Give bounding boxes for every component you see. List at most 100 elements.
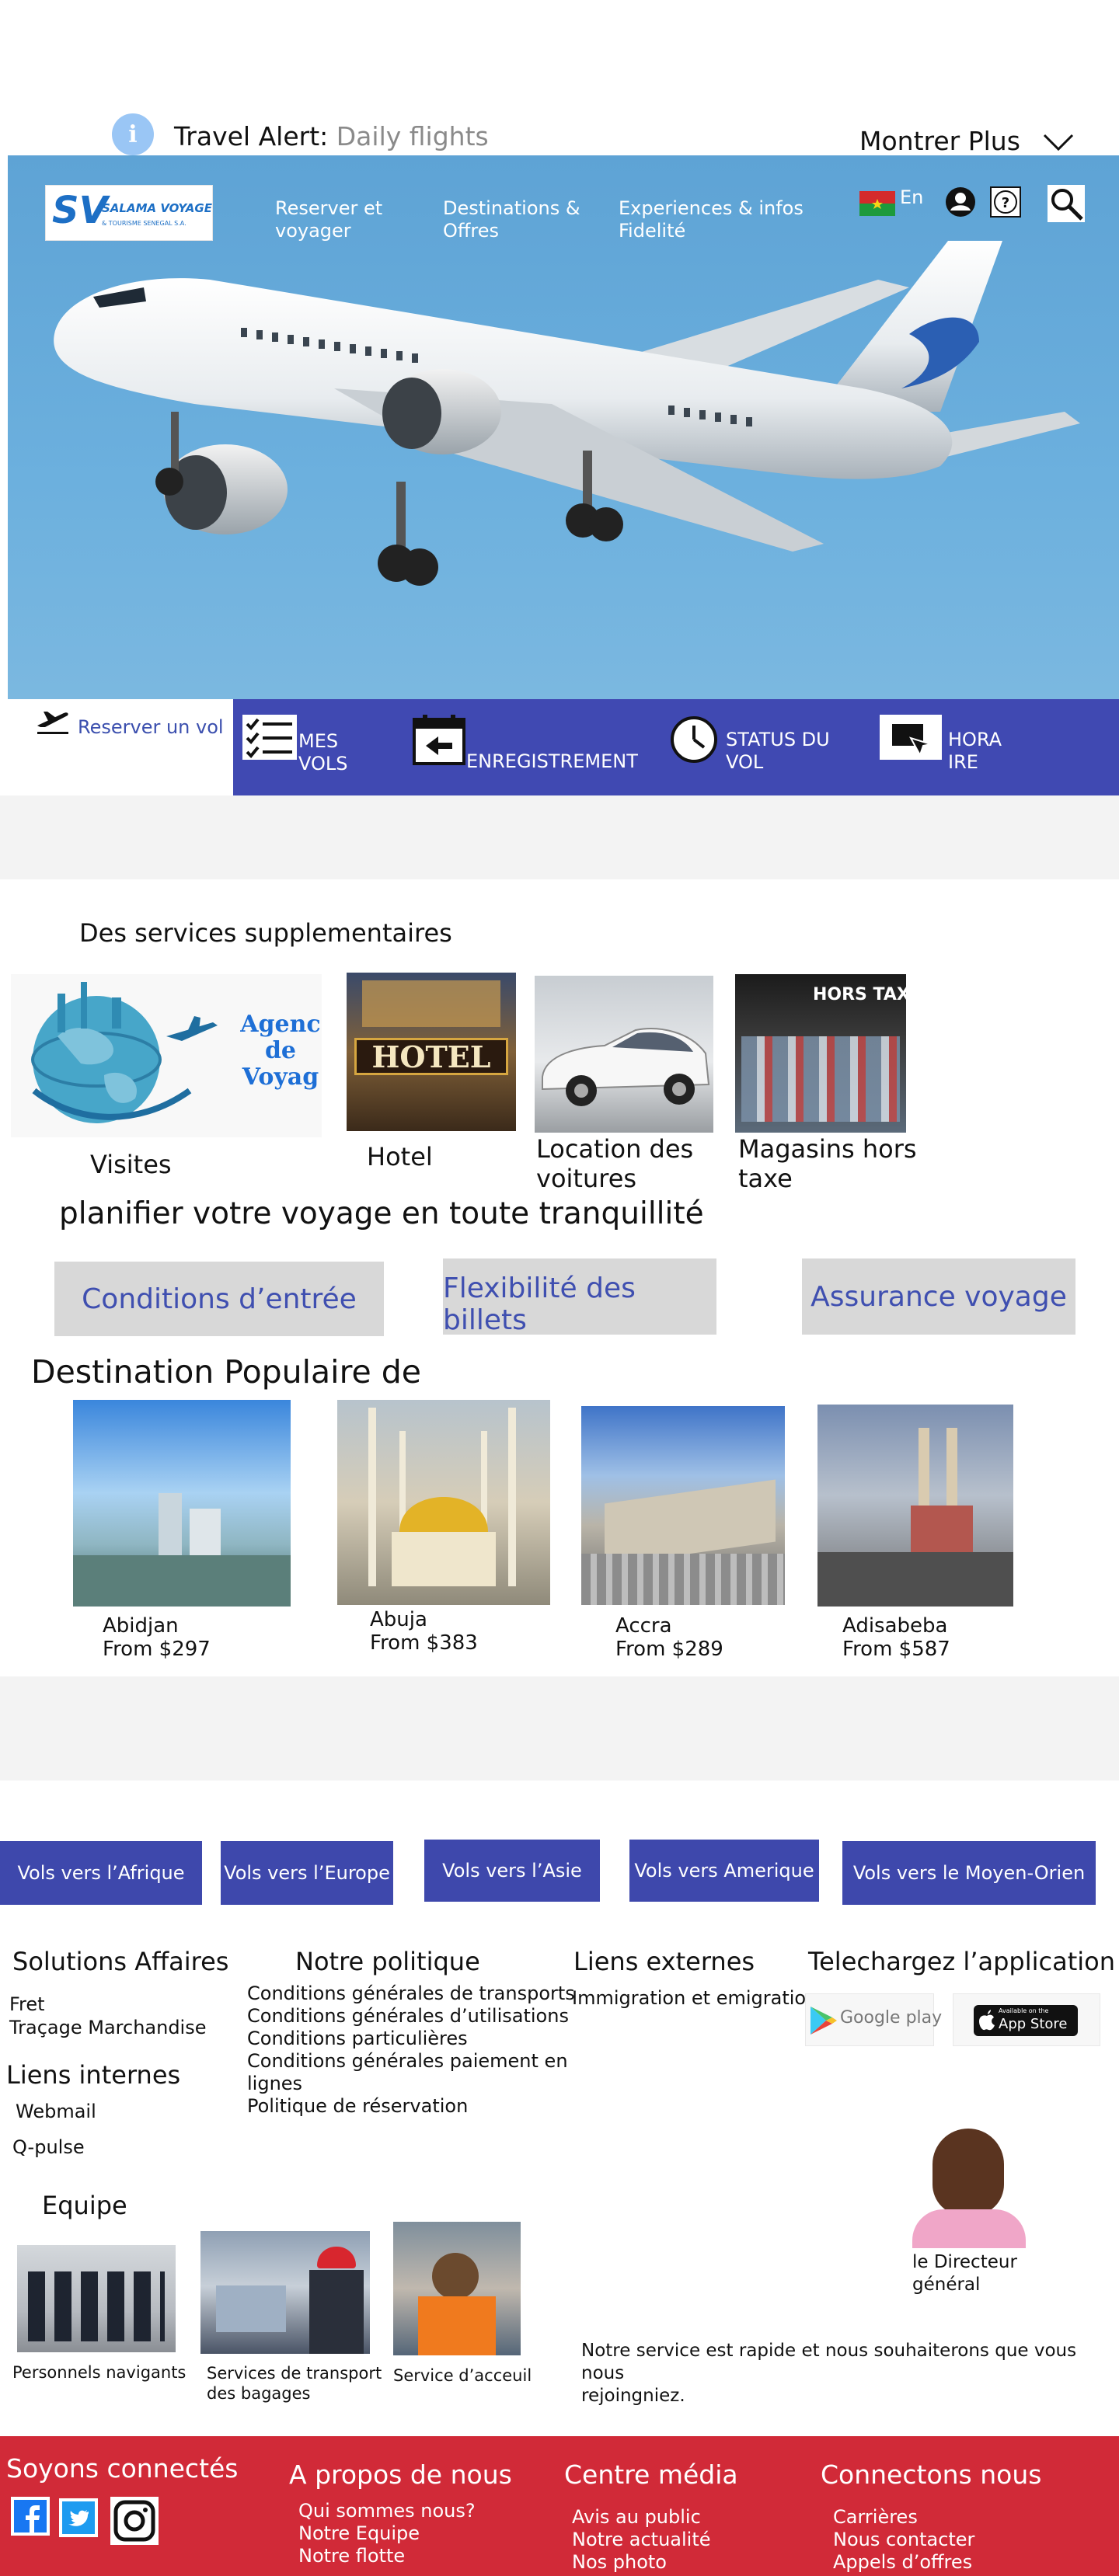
route-asia-button[interactable]: Vols vers l’Asie: [424, 1840, 600, 1902]
language-selector[interactable]: En: [900, 186, 923, 208]
link-transport-conditions[interactable]: Conditions générales de transports: [247, 1982, 575, 2005]
help-icon[interactable]: ?: [990, 186, 1021, 218]
agency-sign-line3: Voyag: [242, 1063, 319, 1091]
plan-title: planifier votre voyage en toute tranquil…: [59, 1196, 704, 1231]
media-title: Centre média: [564, 2459, 738, 2490]
crew-image[interactable]: [17, 2245, 176, 2352]
director-face: [932, 2129, 1004, 2216]
link-webmail[interactable]: Webmail: [16, 2101, 96, 2123]
destination-image-adisabeba[interactable]: [817, 1405, 1013, 1607]
nav-book-travel-line2: voyager: [275, 220, 351, 242]
facebook-icon[interactable]: [11, 2497, 50, 2536]
route-middle-east-button[interactable]: Vols vers le Moyen-Orien: [842, 1841, 1096, 1905]
link-special-conditions[interactable]: Conditions particulières: [247, 2028, 468, 2050]
link-our-fleet[interactable]: Notre flotte: [298, 2545, 405, 2567]
travel-alert: Travel Alert: Daily flights: [174, 121, 489, 151]
adisabeba-mosque: [911, 1506, 973, 1552]
link-payment-conditions[interactable]: Conditions générales paiement en: [247, 2050, 568, 2073]
plane-takeoff-icon: [37, 712, 68, 734]
book-flight-tab[interactable]: [0, 699, 233, 795]
destination-abuja[interactable]: Abuja From $383: [370, 1608, 478, 1655]
destination-image-accra[interactable]: [581, 1406, 785, 1605]
app-store-button: Available on the App Store: [974, 2005, 1078, 2036]
hotel-image[interactable]: HOTEL: [347, 973, 516, 1131]
tour-agency-image[interactable]: Agenc de Voyag: [11, 974, 322, 1137]
baggage-image[interactable]: [200, 2231, 370, 2354]
abuja-mosque-illustration: [368, 1408, 516, 1586]
company-logo[interactable]: SV SALAMA VOYAGE & TOURISME SENEGAL S.A.: [45, 185, 213, 241]
user-icon[interactable]: [945, 186, 976, 218]
link-contact[interactable]: Nous contacter: [833, 2529, 974, 2551]
nav-destinations[interactable]: Destinations & Offres: [443, 197, 580, 242]
schedule-icon: [880, 715, 942, 760]
link-freight[interactable]: Fret: [9, 1993, 45, 2016]
tab-timetable[interactable]: HORA IRE: [948, 729, 1002, 774]
travel-insurance-button[interactable]: Assurance voyage: [802, 1258, 1075, 1335]
destination-accra[interactable]: Accra From $289: [615, 1614, 723, 1661]
hotel-sign-text: HOTEL: [371, 1039, 491, 1074]
destination-adisabeba-city: Adisabeba: [842, 1614, 948, 1638]
destination-image-abidjan[interactable]: [73, 1400, 291, 1607]
link-payment-conditions-cont[interactable]: lignes: [247, 2073, 302, 2095]
link-public-notice[interactable]: Avis au public: [572, 2506, 701, 2529]
nav-destinations-line2: Offres: [443, 220, 500, 242]
google-play-icon: [810, 2007, 837, 2035]
route-america-button[interactable]: Vols vers Amerique: [629, 1840, 819, 1902]
link-who-we-are[interactable]: Qui sommes nous?: [298, 2500, 476, 2522]
link-careers[interactable]: Carrières: [833, 2506, 918, 2529]
team-title: Equipe: [42, 2191, 127, 2220]
search-icon[interactable]: [1048, 185, 1085, 222]
tab-check-in[interactable]: ENREGISTREMENT: [466, 750, 638, 773]
logo-name: SALAMA VOYAGE: [102, 201, 212, 215]
book-flight-link[interactable]: Reserver un vol: [78, 716, 224, 738]
link-photos[interactable]: Nos photo: [572, 2551, 667, 2574]
show-more-button[interactable]: Montrer Plus: [859, 126, 1020, 156]
nav-book-travel[interactable]: Reserver et voyager: [275, 197, 382, 242]
service-duty-free-label[interactable]: Magasins hors taxe: [738, 1134, 917, 1193]
entry-conditions-button[interactable]: Conditions d’entrée: [54, 1262, 384, 1336]
duty-free-image[interactable]: HORS TAXES: [735, 974, 906, 1133]
accra-arches: [581, 1554, 785, 1605]
link-news[interactable]: Notre actualité: [572, 2529, 711, 2551]
instagram-icon[interactable]: [110, 2497, 159, 2545]
google-play-badge[interactable]: Google play: [805, 1993, 942, 2046]
tab-flight-status[interactable]: STATUS DU VOL: [726, 729, 830, 774]
baggage-agent: [309, 2270, 364, 2354]
team-message-line1: Notre service est rapide et nous souhait…: [581, 2341, 1077, 2383]
flag-icon[interactable]: [859, 191, 895, 216]
link-usage-conditions[interactable]: Conditions générales d’utilisations: [247, 2005, 569, 2028]
about-title: A propos de nous: [289, 2459, 512, 2490]
destination-abidjan[interactable]: Abidjan From $297: [103, 1614, 211, 1661]
destination-image-abuja[interactable]: [337, 1400, 550, 1605]
reception-image[interactable]: [393, 2222, 521, 2355]
service-car-rental-line1: Location des: [536, 1134, 694, 1164]
destination-adisabeba[interactable]: Adisabeba From $587: [842, 1614, 950, 1661]
destination-abidjan-city: Abidjan: [103, 1614, 179, 1638]
reception-agent-body: [418, 2296, 496, 2355]
nav-experiences[interactable]: Experiences & infos Fidelité: [619, 197, 804, 242]
route-europe-button[interactable]: Vols vers l’Europe: [221, 1841, 393, 1905]
travel-alert-label: Travel Alert:: [174, 121, 329, 151]
link-cargo-tracking[interactable]: Traçage Marchandise: [9, 2017, 207, 2039]
ticket-flexibility-button[interactable]: Flexibilité des billets: [443, 1258, 716, 1336]
team-baggage-line1: Services de transport: [207, 2364, 382, 2383]
car-rental-image[interactable]: [535, 976, 713, 1133]
service-visits-label[interactable]: Visites: [90, 1150, 172, 1179]
service-hotel-label[interactable]: Hotel: [367, 1142, 433, 1171]
hotel-facade: [362, 980, 500, 1027]
link-booking-policy[interactable]: Politique de réservation: [247, 2095, 468, 2118]
tab-my-flights[interactable]: MES VOLS: [298, 730, 348, 775]
crew-figures: [28, 2271, 165, 2341]
link-our-team[interactable]: Notre Equipe: [298, 2522, 420, 2545]
agency-sign-line1: Agenc: [240, 1011, 321, 1038]
route-africa-button[interactable]: Vols vers l’Afrique: [0, 1841, 202, 1905]
logo-tagline: & TOURISME SENEGAL S.A.: [102, 220, 186, 227]
twitter-icon[interactable]: [59, 2498, 98, 2537]
link-tenders[interactable]: Appels d’offres: [833, 2551, 972, 2574]
service-car-rental-label[interactable]: Location des voitures: [536, 1134, 693, 1193]
app-store-badge[interactable]: Available on the App Store: [953, 1993, 1100, 2046]
duty-free-shelves: [741, 1036, 900, 1122]
link-immigration[interactable]: Immigration et emigration: [572, 1987, 817, 2010]
link-qpulse[interactable]: Q-pulse: [12, 2136, 85, 2159]
checklist-icon: [242, 715, 297, 760]
